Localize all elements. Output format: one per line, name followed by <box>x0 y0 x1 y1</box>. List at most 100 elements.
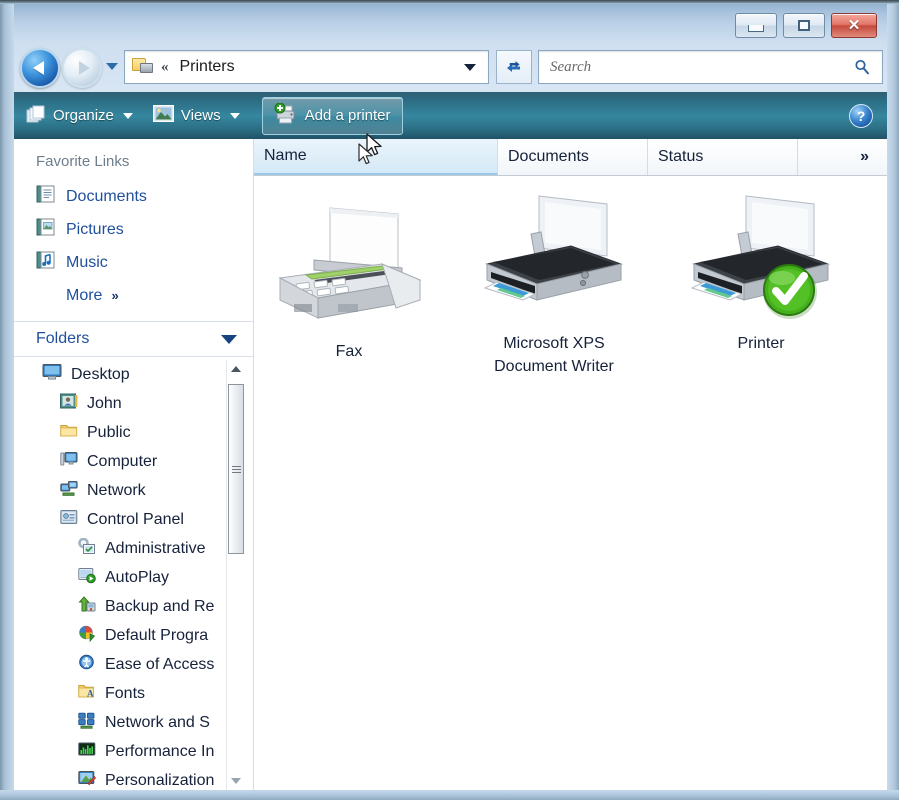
minimize-button[interactable] <box>735 13 777 38</box>
more-chevron-icon: » <box>111 288 119 303</box>
views-button[interactable]: Views <box>145 99 248 133</box>
default-programs-icon <box>78 625 96 647</box>
tree-item-john[interactable]: John <box>14 389 253 418</box>
more-label: More <box>66 286 103 304</box>
list-item-fax[interactable]: Fax <box>254 202 444 363</box>
item-label-line1: Microsoft XPS <box>503 335 605 352</box>
restore-button[interactable] <box>783 13 825 38</box>
minimize-icon <box>748 24 764 32</box>
list-item-printer[interactable]: Printer <box>666 194 856 355</box>
favorite-link-pictures[interactable]: Pictures <box>14 213 253 246</box>
favorite-link-documents[interactable]: Documents <box>14 180 253 213</box>
network-icon <box>60 480 78 502</box>
column-header-name[interactable]: Name <box>254 139 498 175</box>
printer-icon <box>459 194 649 324</box>
organize-button[interactable]: Organize <box>18 99 141 133</box>
tree-item-public[interactable]: Public <box>14 418 253 447</box>
list-view-pane: Name Documents Status » Fax Microsoft XP… <box>254 139 887 790</box>
column-header-overflow[interactable]: » <box>798 139 887 175</box>
tree-item-control-panel[interactable]: Control Panel <box>14 505 253 534</box>
computer-icon <box>60 451 78 473</box>
refresh-button[interactable] <box>496 50 532 84</box>
tree-item-computer[interactable]: Computer <box>14 447 253 476</box>
column-overflow-icon: » <box>860 148 869 165</box>
item-label: Microsoft XPS Document Writer <box>459 332 649 378</box>
pane-divider-2 <box>14 356 253 357</box>
tree-item-administrative-tools[interactable]: Administrative <box>14 534 253 563</box>
tree-item-performance-information[interactable]: Performance In <box>14 737 253 766</box>
favorite-link-label: Music <box>66 253 108 271</box>
tree-scrollbar[interactable] <box>226 360 245 790</box>
back-button[interactable] <box>20 48 60 88</box>
item-label: Fax <box>335 343 363 360</box>
tree-item-label: Backup and Re <box>105 597 215 615</box>
tree-item-ease-of-access[interactable]: Ease of Access <box>14 650 253 679</box>
tree-item-label: Personalization <box>105 771 215 789</box>
network-sharing-icon <box>78 712 96 734</box>
tree-item-label: Network and S <box>105 713 210 731</box>
views-label: Views <box>180 107 221 124</box>
scroll-up-arrow[interactable] <box>227 360 245 378</box>
administrative-tools-icon <box>78 537 96 560</box>
tree-item-backup-and-restore[interactable]: Backup and Re <box>14 592 253 621</box>
search-box[interactable]: Search <box>538 50 883 84</box>
forward-button[interactable] <box>62 48 102 88</box>
printer-icon <box>666 194 856 324</box>
folder-tree: Desktop John Public Computer Network Con… <box>14 360 253 790</box>
add-printer-label: Add a printer <box>304 107 391 124</box>
add-printer-button[interactable]: Add a printer <box>261 96 403 135</box>
tree-item-label: Administrative <box>105 539 206 557</box>
tree-item-label: Default Progra <box>105 626 209 644</box>
tree-item-label: Computer <box>87 452 158 470</box>
help-icon: ? <box>856 107 866 124</box>
favorite-links-more-button[interactable]: More » <box>14 279 253 312</box>
column-header-documents[interactable]: Documents <box>498 139 648 175</box>
scroll-down-arrow[interactable] <box>227 772 245 790</box>
address-dropdown-icon[interactable] <box>464 63 476 71</box>
close-button[interactable]: ✕ <box>831 13 877 38</box>
column-label: Status <box>658 148 704 165</box>
tree-item-default-programs[interactable]: Default Progra <box>14 621 253 650</box>
tree-item-network[interactable]: Network <box>14 476 253 505</box>
tree-item-label: Performance In <box>105 742 215 760</box>
printers-folder-icon <box>132 57 154 77</box>
performance-icon <box>78 741 96 763</box>
window-bottom-border <box>0 790 899 800</box>
tree-item-desktop[interactable]: Desktop <box>14 360 253 389</box>
tree-item-fonts[interactable]: A Fonts <box>14 679 253 708</box>
views-chevron-down-icon <box>229 112 240 119</box>
recent-pages-chevron-icon[interactable] <box>106 63 118 70</box>
folder-icon <box>60 422 78 444</box>
user-folder-icon <box>60 393 78 415</box>
folders-label: Folders <box>36 330 90 347</box>
tree-item-network-and-sharing[interactable]: Network and S <box>14 708 253 737</box>
favorite-link-music[interactable]: Music <box>14 246 253 279</box>
tree-item-personalization[interactable]: Personalization <box>14 766 253 790</box>
tree-item-label: Control Panel <box>87 510 184 528</box>
list-item-xps-document-writer[interactable]: Microsoft XPS Document Writer <box>459 194 649 378</box>
column-label: Documents <box>508 148 589 165</box>
search-icon[interactable] <box>854 59 870 75</box>
personalization-icon <box>78 770 96 791</box>
column-header-status[interactable]: Status <box>648 139 798 175</box>
address-bar[interactable]: « Printers <box>124 50 489 84</box>
search-input[interactable]: Search <box>550 59 591 76</box>
organize-icon <box>26 105 46 127</box>
tree-item-label: Public <box>87 423 131 441</box>
title-bar[interactable]: ✕ <box>14 4 887 44</box>
add-printer-icon <box>274 102 298 129</box>
breadcrumb-printers[interactable]: Printers <box>180 58 235 76</box>
scrollbar-thumb[interactable] <box>228 384 244 554</box>
tree-item-autoplay[interactable]: AutoPlay <box>14 563 253 592</box>
ease-of-access-icon <box>78 654 96 676</box>
refresh-icon <box>507 61 520 72</box>
help-button[interactable]: ? <box>849 103 873 128</box>
scrollbar-grip-icon <box>231 464 241 475</box>
favorite-links-title: Favorite Links <box>36 153 130 170</box>
close-icon: ✕ <box>847 17 861 34</box>
chevron-down-icon[interactable] <box>221 334 237 344</box>
explorer-body: Favorite Links Documents Pictures Music … <box>14 139 887 790</box>
column-label: Name <box>264 147 307 164</box>
folders-header[interactable]: Folders <box>14 322 253 356</box>
address-bar-row: « Printers Search <box>14 44 887 92</box>
